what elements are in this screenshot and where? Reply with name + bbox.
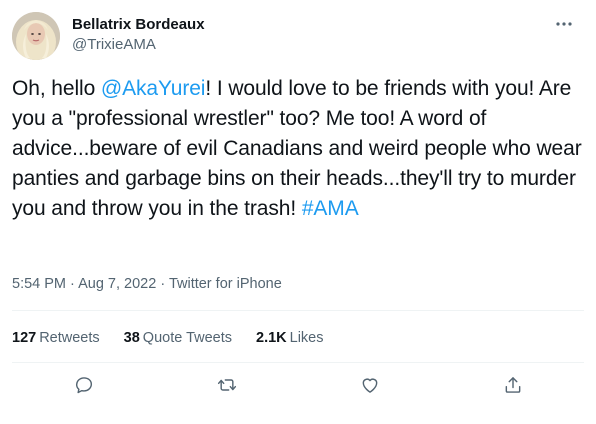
likes-label: Likes — [289, 330, 324, 346]
author-names: Bellatrix Bordeaux @TrixieAMA — [72, 16, 205, 55]
more-dots-icon — [556, 22, 572, 26]
author-display-name[interactable]: Bellatrix Bordeaux — [72, 16, 205, 34]
tweet-actions — [12, 370, 584, 400]
like-button[interactable] — [353, 368, 387, 402]
quotes-label: Quote Tweets — [142, 330, 232, 346]
likes-count: 2.1K — [256, 330, 287, 346]
hashtag-link[interactable]: #AMA — [302, 197, 359, 220]
meta-separator: · — [156, 276, 169, 292]
retweets-stat[interactable]: 127 Retweets — [12, 328, 100, 348]
share-icon — [505, 377, 520, 393]
tweet-text-part1: Oh, hello — [12, 77, 101, 100]
tweet-source[interactable]: Twitter for iPhone — [169, 276, 282, 292]
mention-link[interactable]: @AkaYurei — [101, 77, 206, 100]
meta-separator: · — [66, 276, 79, 292]
quotes-count: 38 — [123, 330, 140, 346]
reply-button[interactable] — [67, 368, 101, 402]
quote-tweets-stat[interactable]: 38 Quote Tweets — [124, 328, 232, 348]
divider — [12, 362, 584, 363]
tweet-time[interactable]: 5:54 PM — [12, 276, 66, 292]
retweet-button[interactable] — [210, 368, 244, 402]
tweet-meta: 5:54 PM · Aug 7, 2022 · Twitter for iPho… — [12, 274, 282, 294]
tweet-text: Oh, hello @AkaYurei! I would love to be … — [12, 74, 588, 224]
share-button[interactable] — [496, 368, 530, 402]
retweets-count: 127 — [12, 330, 37, 346]
tweet-card: Bellatrix Bordeaux @TrixieAMA Oh, hello … — [0, 0, 596, 424]
author-handle[interactable]: @TrixieAMA — [72, 35, 205, 55]
tweet-date[interactable]: Aug 7, 2022 — [78, 276, 156, 292]
reply-icon — [75, 377, 92, 394]
likes-stat[interactable]: 2.1K Likes — [256, 328, 324, 348]
more-options-button[interactable] — [552, 14, 576, 34]
avatar[interactable] — [12, 12, 60, 60]
tweet-header: Bellatrix Bordeaux @TrixieAMA — [12, 12, 584, 60]
tweet-stats: 127 Retweets 38 Quote Tweets 2.1K Likes — [12, 328, 348, 348]
retweet-icon — [217, 379, 236, 391]
divider — [12, 310, 584, 311]
retweets-label: Retweets — [39, 330, 100, 346]
heart-icon — [362, 378, 377, 393]
